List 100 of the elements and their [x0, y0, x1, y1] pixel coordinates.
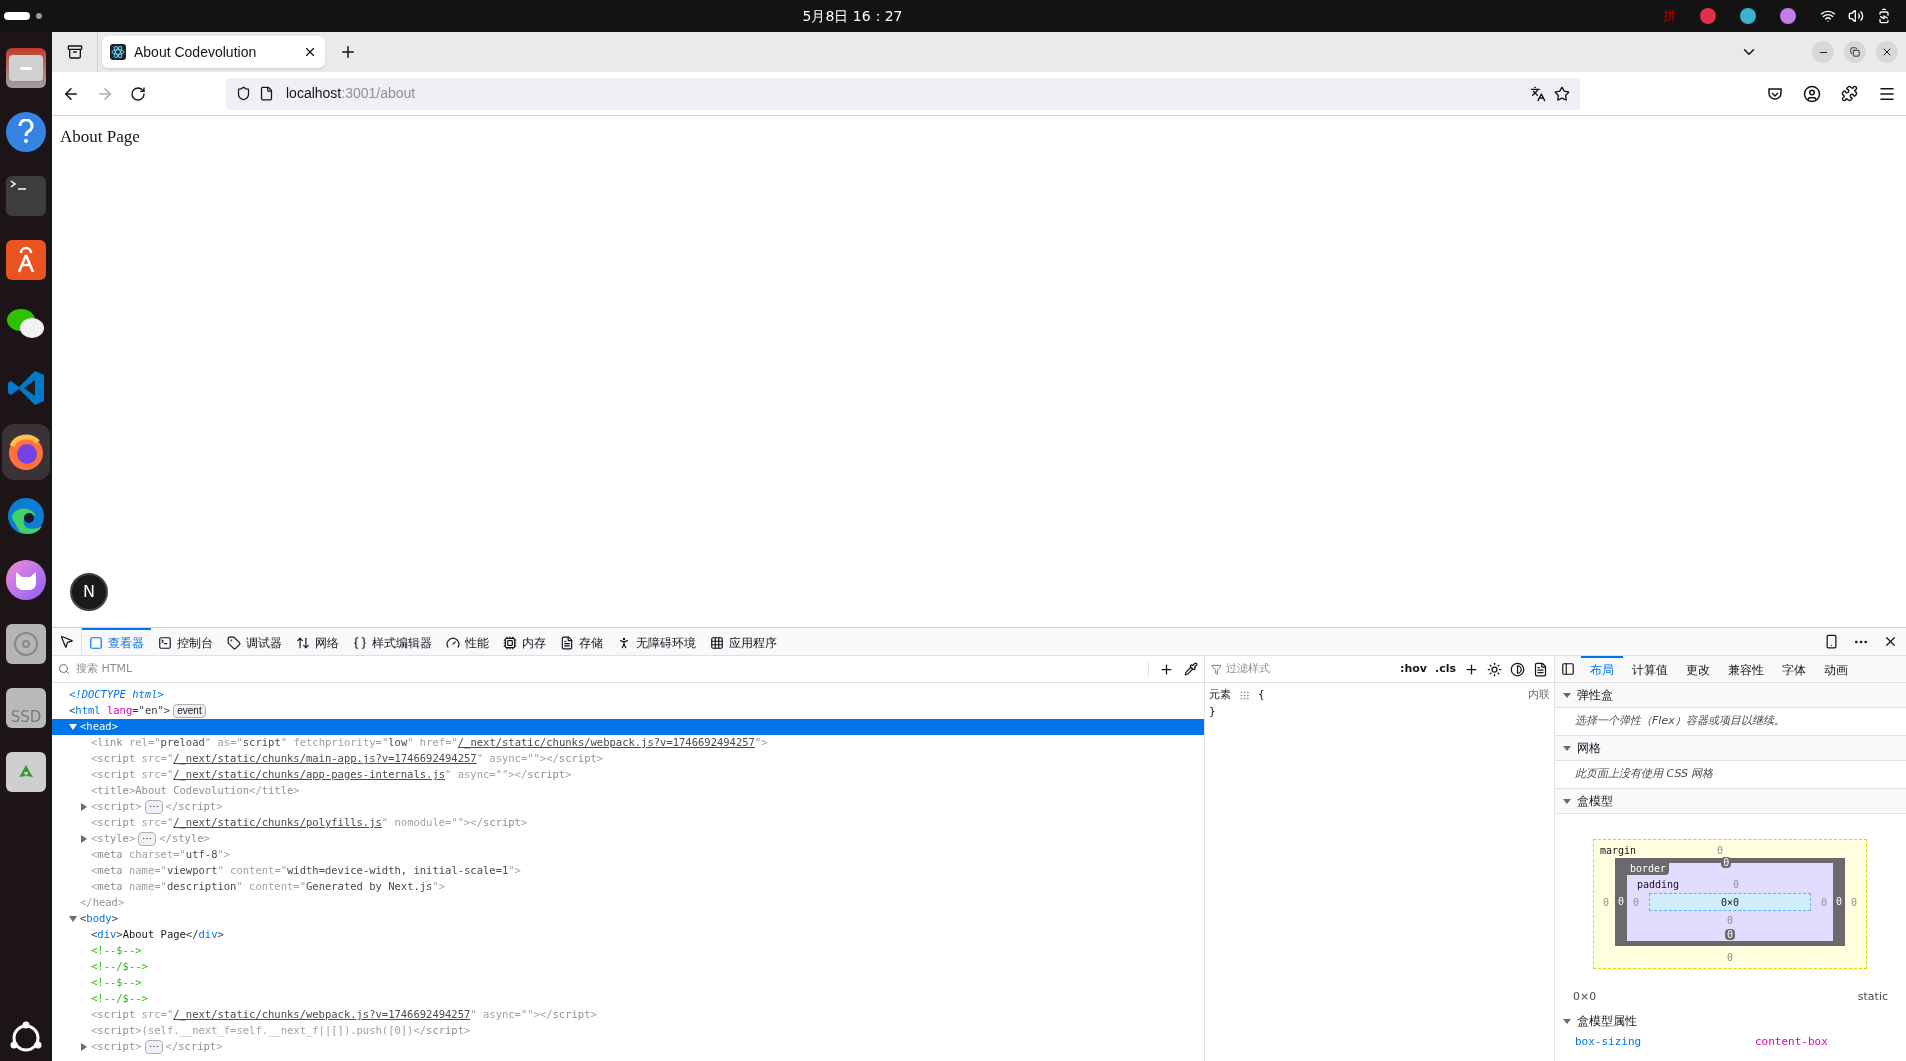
devtools-tab[interactable]: 无障碍环境 — [610, 628, 703, 655]
shopping-bag-icon[interactable] — [6, 240, 46, 280]
battery-icon[interactable] — [1876, 8, 1892, 24]
markup-token: utf-8 — [185, 847, 218, 863]
sidebar-tab[interactable]: 动画 — [1815, 656, 1857, 682]
sidebar-tab[interactable]: 兼容性 — [1719, 656, 1773, 682]
markup-row[interactable]: <meta charset="utf-8"> — [52, 847, 1204, 863]
help-icon[interactable] — [6, 112, 46, 152]
cat-icon[interactable] — [6, 560, 46, 600]
browser-tab[interactable]: About Codevolution — [102, 36, 325, 68]
markup-row[interactable]: <meta name="description" content="Generated by Next.js"> — [52, 879, 1204, 895]
markup-row[interactable]: <script> ⋯ </script> — [52, 799, 1204, 815]
box-value[interactable]: 0 — [1721, 857, 1732, 868]
sidebar-tab[interactable]: 计算值 — [1623, 656, 1677, 682]
markup-row[interactable]: <script> ⋯ </script> — [52, 1039, 1204, 1055]
section-title[interactable]: 盒模型属性 — [1577, 1011, 1637, 1030]
filter-input[interactable]: 过滤样式 — [1226, 660, 1392, 678]
restore-button[interactable] — [1844, 41, 1866, 63]
add-rule-icon[interactable] — [1464, 661, 1479, 677]
devtools-tab[interactable]: 样式编辑器 — [346, 628, 439, 655]
browser-icon[interactable] — [6, 496, 46, 536]
dev-indicator-button[interactable]: N — [70, 573, 108, 611]
close-icon[interactable] — [1883, 634, 1898, 649]
tab-list-icon[interactable] — [66, 44, 83, 60]
property-value[interactable]: content-box — [1755, 1033, 1828, 1050]
app-indicator-icon[interactable] — [1700, 8, 1716, 24]
markup-row[interactable]: <script src="/_next/static/chunks/polyfills.js" nomodule=""></script> — [52, 815, 1204, 831]
markup-badge[interactable]: ⋯ — [144, 800, 163, 814]
markup-badge[interactable]: event — [173, 704, 206, 718]
devtools-tab[interactable]: 查看器 — [82, 628, 151, 655]
markup-token: script — [552, 1007, 591, 1023]
close-button[interactable] — [1876, 41, 1898, 63]
cat-indicator-icon[interactable] — [1780, 8, 1796, 24]
page-icon[interactable] — [259, 86, 274, 101]
element-picker-icon[interactable] — [59, 634, 74, 649]
eyedropper-icon[interactable] — [1184, 662, 1198, 676]
section-header[interactable]: 弹性盒 — [1555, 683, 1906, 708]
dock-item[interactable] — [2, 424, 50, 480]
terminal-icon[interactable] — [6, 176, 46, 216]
markup-token: lang — [105, 703, 133, 719]
devtools-tab[interactable]: 应用程序 — [703, 628, 784, 655]
toggle-button[interactable]: :hov — [1400, 660, 1427, 678]
markup-row[interactable]: <html lang="en"> event — [52, 703, 1204, 719]
markup-token: /_next/static/chunks/webpack.js?v=1746692494257 — [173, 1007, 471, 1023]
devtools-tab[interactable]: 性能 — [439, 628, 496, 655]
responsive-design-icon[interactable] — [1824, 634, 1839, 649]
section-header[interactable]: 网格 — [1555, 736, 1906, 761]
wifi-icon[interactable] — [1820, 8, 1836, 24]
markup-row[interactable]: <!DOCTYPE html> — [52, 687, 1204, 703]
account-icon[interactable] — [1803, 84, 1821, 103]
new-tab-icon[interactable] — [339, 43, 357, 61]
grip-icon[interactable] — [1239, 689, 1250, 701]
folder-icon[interactable] — [6, 48, 46, 88]
section-header[interactable]: 盒模型 — [1555, 789, 1906, 814]
devtools-tab[interactable]: 存储 — [553, 628, 610, 655]
markup-row[interactable]: <meta name="viewport" content="width=device-width, initial-scale=1"> — [52, 863, 1204, 879]
rule-source[interactable]: 内联 — [1528, 687, 1550, 704]
devtools-tab[interactable]: 网络 — [289, 628, 346, 655]
markup-badge[interactable]: ⋯ — [138, 832, 157, 846]
markup-row[interactable]: <script src="/_next/static/chunks/webpack.js?v=1746692494257" async=""></script> — [52, 1007, 1204, 1023]
devtools-tab[interactable]: 调试器 — [220, 628, 289, 655]
pocket-icon[interactable] — [1767, 85, 1783, 102]
add-node-icon[interactable] — [1159, 661, 1174, 677]
markup-token: =""></ — [489, 767, 528, 783]
markup-row[interactable]: <div>About Page</div> — [52, 927, 1204, 943]
app-indicator-icon[interactable] — [1740, 8, 1756, 24]
search-input[interactable]: 搜索 HTML — [76, 660, 1142, 678]
sidebar-toggle-icon[interactable] — [1561, 662, 1575, 676]
markup-row[interactable]: <body> — [52, 911, 1204, 927]
markup-badge[interactable]: ⋯ — [144, 1040, 163, 1054]
filter-styles-field[interactable]: 过滤样式 — [1211, 656, 1392, 682]
toggle-button[interactable]: .cls — [1434, 660, 1456, 678]
markup-row[interactable]: <head> — [52, 719, 1204, 735]
shield-icon[interactable] — [236, 86, 251, 101]
star-icon[interactable] — [1554, 85, 1570, 102]
clock-text[interactable]: 5月8日 16：27 — [802, 5, 903, 27]
code-editor-icon[interactable] — [6, 368, 46, 408]
markup-token: async — [488, 751, 521, 767]
close-icon[interactable] — [303, 45, 317, 59]
box-value[interactable]: 0 — [1725, 929, 1735, 940]
devtools-tab[interactable]: 控制台 — [151, 628, 220, 655]
browser-icon[interactable] — [6, 432, 46, 472]
markup-token: " — [204, 735, 212, 751]
devtools-tab[interactable]: 内存 — [496, 628, 553, 655]
volume-icon[interactable] — [1848, 8, 1864, 24]
workspace-indicator-icon[interactable] — [4, 12, 42, 20]
sidebar-tab[interactable]: 更改 — [1677, 656, 1719, 682]
contrast-icon[interactable] — [1510, 661, 1525, 677]
translate-icon[interactable] — [1530, 85, 1546, 102]
light-mode-icon[interactable] — [1487, 661, 1502, 677]
markup-row[interactable]: <link rel="preload" as="script" fetchpriority="low" href="/_next/static/chunks/webpack.js?v=1746692494257"> — [52, 735, 1204, 751]
markup-row[interactable]: <script src="/_next/static/chunks/main-app.js?v=1746692494257" async=""></script> — [52, 751, 1204, 767]
reload-icon[interactable] — [130, 85, 146, 102]
markup-row[interactable]: <script src="/_next/static/chunks/app-pages-internals.js" async=""></script> — [52, 767, 1204, 783]
print-media-icon[interactable] — [1533, 661, 1548, 677]
markup-row[interactable]: <style> ⋯ </style> — [52, 831, 1204, 847]
address-bar[interactable]: localhost:3001/about — [226, 77, 1580, 110]
search-field[interactable]: 搜索 HTML — [58, 656, 1142, 682]
sidebar-tab[interactable]: 字体 — [1773, 656, 1815, 682]
extensions-icon[interactable] — [1841, 85, 1858, 102]
